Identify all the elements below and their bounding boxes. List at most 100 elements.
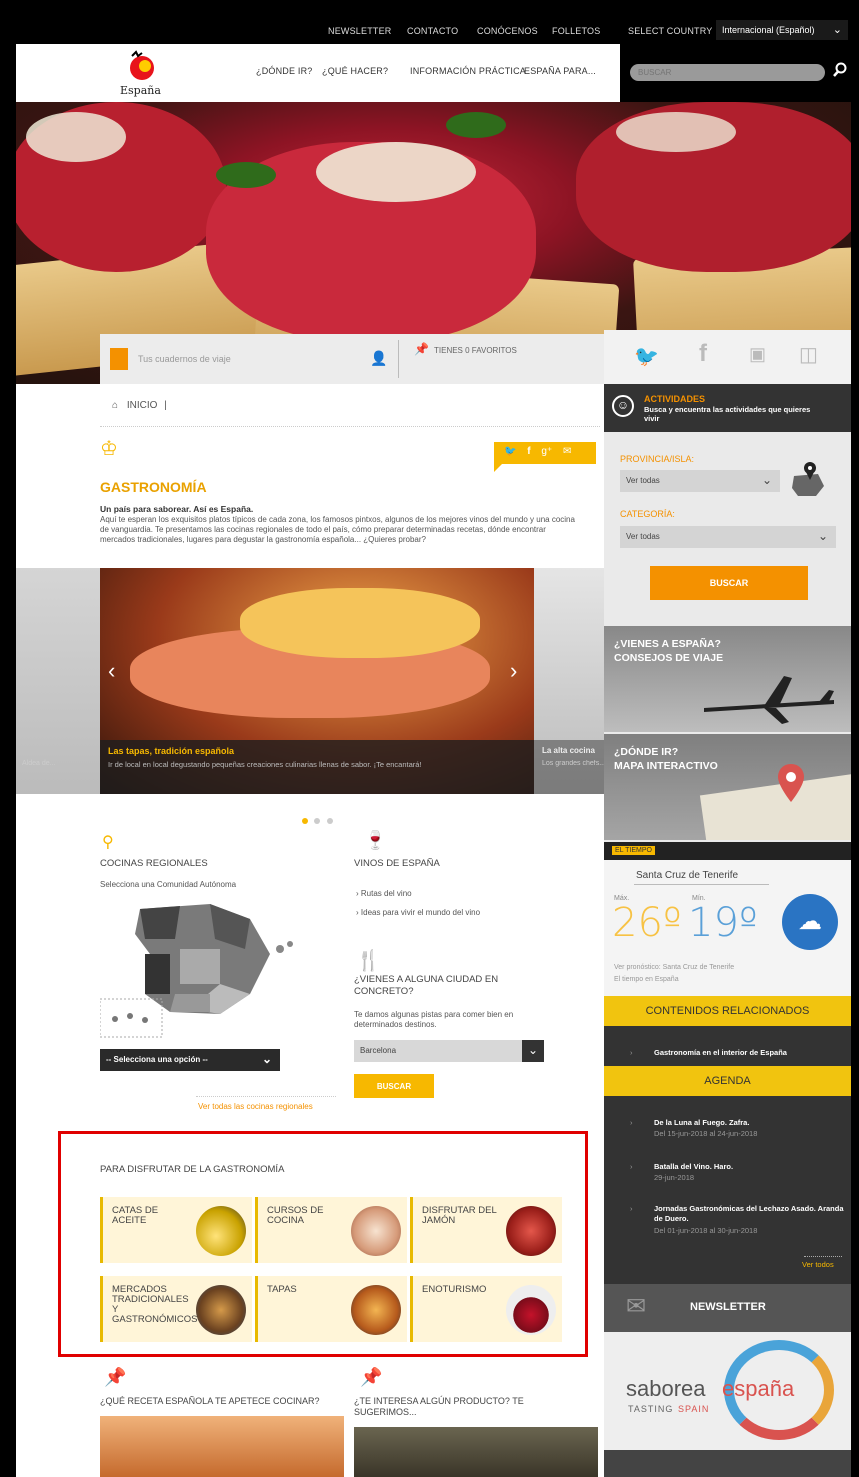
province-select[interactable]: Ver todas ⌄ xyxy=(620,470,780,492)
wine-link-routes[interactable]: › Rutas del vino xyxy=(356,889,412,899)
category-label: CATEGORÍA: xyxy=(620,509,675,519)
chevron-down-icon: ⌄ xyxy=(832,24,842,36)
chef-hat-icon: ♔ xyxy=(100,438,118,460)
province-select-value: Ver todas xyxy=(626,476,660,485)
promo1-line2: CONSEJOS DE VIAJE xyxy=(614,652,724,664)
chevron-down-icon: ⌄ xyxy=(261,1052,272,1066)
city-select[interactable]: Barcelona ⌄ xyxy=(354,1040,544,1062)
magnifier-icon: ⚲ xyxy=(102,834,114,851)
wines-title: VINOS DE ESPAÑA xyxy=(354,858,440,869)
home-icon[interactable]: ⌂ xyxy=(112,400,118,411)
slider-dot[interactable] xyxy=(314,818,321,824)
agenda-header: AGENDA xyxy=(604,1066,851,1096)
agenda-item-date: Del 15-jun-2018 al 24-jun-2018 xyxy=(654,1129,758,1138)
interactive-map-promo[interactable]: ¿DÓNDE IR? MAPA INTERACTIVO xyxy=(604,734,851,840)
wine-link-ideas-label: Ideas para vivir el mundo del vino xyxy=(360,908,481,917)
map-image xyxy=(699,773,851,840)
category-select-value: Ver todas xyxy=(626,532,660,541)
envelope-icon: ✉ xyxy=(626,1293,647,1320)
page-lead: Un país para saborear. Así es España. xyxy=(100,504,254,514)
agenda-item-title: Jornadas Gastronómicas del Lechazo Asado… xyxy=(654,1204,844,1223)
activities-subtitle: Busca y encuentra las actividades que qu… xyxy=(644,405,811,423)
weather-tag: EL TIEMPO xyxy=(612,846,655,855)
page-title: GASTRONOMÍA xyxy=(100,479,207,495)
journal-label[interactable]: Tus cuadernos de viaje xyxy=(138,354,231,364)
spain-map[interactable] xyxy=(100,894,300,1044)
weather-city[interactable]: Santa Cruz de Tenerife xyxy=(636,870,738,881)
forecast-link[interactable]: Ver pronóstico: Santa Cruz de Tenerife xyxy=(614,964,734,971)
spain-weather-link[interactable]: El tiempo en España xyxy=(614,976,679,983)
agenda-see-all-link[interactable]: Ver todos xyxy=(802,1260,834,1269)
newsletter-link[interactable]: NEWSLETTER xyxy=(328,26,392,36)
promo1-line1: ¿VIENES A ESPAÑA? xyxy=(614,638,721,650)
newsletter-title: NEWSLETTER xyxy=(690,1301,766,1313)
newsletter-block[interactable]: ✉ NEWSLETTER xyxy=(604,1284,851,1332)
twitter-share-icon[interactable]: 🐦 xyxy=(504,446,516,457)
saborea-tagline2: SPAIN xyxy=(678,1404,710,1414)
nav-where-to-go[interactable]: ¿DÓNDE IR? xyxy=(256,66,313,76)
regional-see-all-link[interactable]: Ver todas las cocinas regionales xyxy=(198,1102,313,1111)
smiley-icon: ☺ xyxy=(612,395,634,417)
slide-right-preview: La alta cocina Los grandes chefs... xyxy=(534,568,604,794)
nav-practical-info[interactable]: INFORMACIÓN PRÁCTICA xyxy=(410,66,526,76)
cutlery-icon: 🍴 xyxy=(356,950,381,972)
slider-dot[interactable] xyxy=(326,818,333,824)
pin-icon: 📌 xyxy=(360,1367,383,1387)
country-select-value: Internacional (Español) xyxy=(722,25,815,35)
spain-logo[interactable]: España xyxy=(112,50,176,97)
recipe-title: ¿QUÉ RECETA ESPAÑOLA TE APETECE COCINAR? xyxy=(100,1396,320,1406)
max-temp: 26º xyxy=(612,900,682,946)
googleplus-share-icon[interactable]: g⁺ xyxy=(541,446,552,457)
slide-caption-title[interactable]: Las tapas, tradición española xyxy=(108,746,234,756)
page-intro: Aquí te esperan los exquisitos platos tí… xyxy=(100,515,575,544)
header: España ¿DÓNDE IR? ¿QUÉ HACER? INFORMACIÓ… xyxy=(16,44,620,102)
journal-icon xyxy=(110,348,128,370)
user-icon[interactable]: 👤 xyxy=(370,350,387,367)
contact-link[interactable]: CONTACTO xyxy=(407,26,458,36)
breadcrumb-home[interactable]: INICIO xyxy=(127,400,158,411)
nav-what-to-do[interactable]: ¿QUÉ HACER? xyxy=(322,66,388,76)
travel-tips-promo[interactable]: ¿VIENES A ESPAÑA? CONSEJOS DE VIAJE xyxy=(604,626,851,732)
recipe-image[interactable] xyxy=(100,1416,344,1477)
about-link[interactable]: CONÓCENOS xyxy=(477,26,538,36)
country-select[interactable]: Internacional (Español) ⌄ xyxy=(716,20,848,40)
saborea-brand1: saborea xyxy=(626,1376,706,1401)
next-arrow-icon[interactable]: › xyxy=(510,658,517,684)
promo2-line2: MAPA INTERACTIVO xyxy=(614,760,718,772)
top-bar: NEWSLETTER CONTACTO CONÓCENOS FOLLETOS S… xyxy=(16,16,851,44)
wine-link-routes-label: Rutas del vino xyxy=(360,889,412,898)
category-select[interactable]: Ver todas ⌄ xyxy=(620,526,836,548)
facebook-share-icon[interactable]: f xyxy=(527,446,530,457)
logo-text: España xyxy=(120,84,161,97)
activities-search-button[interactable]: BUSCAR xyxy=(650,566,808,600)
saborea-tagline1: TASTING xyxy=(628,1404,674,1414)
slider-dot[interactable] xyxy=(302,818,308,824)
related-header: CONTENIDOS RELACIONADOS xyxy=(604,996,851,1026)
city-search-button[interactable]: BUSCAR xyxy=(354,1074,434,1098)
slider: Las tapas, tradición española Ir de loca… xyxy=(16,568,604,794)
chevron-down-icon: ⌄ xyxy=(761,473,772,487)
agenda-item-date: Del 01-jun-2018 al 30-jun-2018 xyxy=(654,1226,758,1235)
slide-main[interactable]: Las tapas, tradición española Ir de loca… xyxy=(100,568,534,794)
chevron-down-icon: ⌄ xyxy=(817,529,828,543)
instagram-icon[interactable]: ◫ xyxy=(799,342,818,367)
facebook-icon[interactable]: f xyxy=(699,340,707,368)
search-icon[interactable] xyxy=(832,62,848,78)
share-bar: 🐦 f g⁺ ✉ xyxy=(494,442,596,464)
wine-link-ideas[interactable]: › Ideas para vivir el mundo del vino xyxy=(356,908,480,918)
saborea-brand2: españa xyxy=(722,1376,795,1401)
email-share-icon[interactable]: ✉ xyxy=(563,446,571,457)
promo2-line1: ¿DÓNDE IR? xyxy=(614,746,679,758)
nav-spain-for[interactable]: ESPAÑA PARA... xyxy=(524,66,596,76)
saborea-banner[interactable]: saborea españa TASTING SPAIN xyxy=(604,1332,851,1450)
social-bar: 🐦 f ▣ ◫ xyxy=(604,330,851,384)
youtube-icon[interactable]: ▣ xyxy=(749,344,766,365)
brochures-link[interactable]: FOLLETOS xyxy=(552,26,600,36)
product-image[interactable] xyxy=(354,1427,598,1477)
activities-title: ACTIVIDADES xyxy=(644,394,706,404)
prev-arrow-icon[interactable]: ‹ xyxy=(108,658,115,684)
region-select[interactable]: -- Selecciona una opción -- ⌄ xyxy=(100,1049,280,1071)
favorites-link[interactable]: TIENES 0 FAVORITOS xyxy=(434,346,517,355)
search-input[interactable] xyxy=(630,64,825,81)
twitter-icon[interactable]: 🐦 xyxy=(634,344,659,369)
